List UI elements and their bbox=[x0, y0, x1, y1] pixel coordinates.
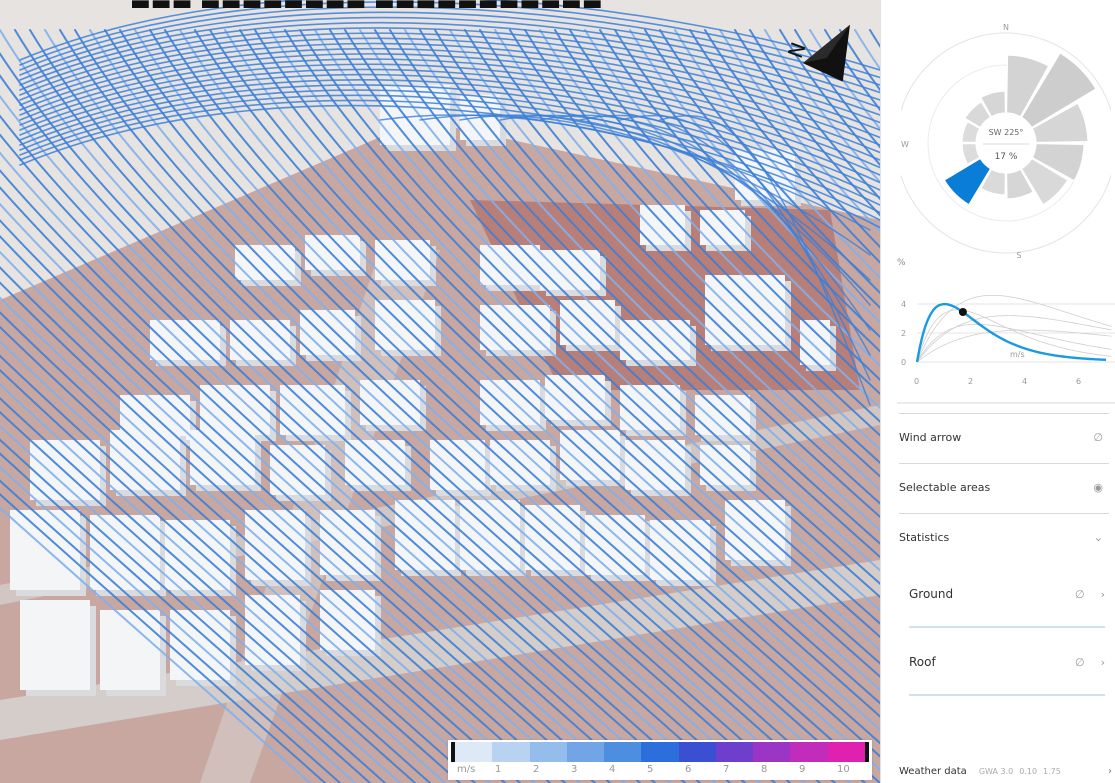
roof-label: Roof bbox=[909, 655, 936, 669]
distribution-grid bbox=[897, 303, 1115, 404]
statistics-label: Statistics bbox=[899, 530, 950, 544]
wind-speed-distribution-chart[interactable]: m/s 0 2 4 6 0 2 4 bbox=[897, 270, 1115, 405]
building bbox=[560, 300, 615, 345]
legend-unit: m/s bbox=[457, 764, 476, 775]
statistics-row[interactable]: Statistics ⌄ bbox=[899, 513, 1109, 560]
wind-rose-west-label: W bbox=[901, 140, 909, 149]
legend-segment bbox=[641, 742, 679, 762]
legend-tick-label: 1 bbox=[495, 764, 502, 775]
weather-exponent: 1.75 bbox=[1043, 767, 1061, 776]
weather-source: GWA 3.0 bbox=[978, 767, 1014, 776]
legend-segment bbox=[753, 742, 791, 762]
legend-segment bbox=[529, 742, 567, 762]
side-panel: SW 225° 17 % N W S % m/s 0 2 4 6 0 2 4 Wind ar… bbox=[880, 0, 1115, 783]
legend-segment bbox=[827, 742, 865, 762]
legend-segment bbox=[566, 742, 605, 762]
legend-segment bbox=[604, 742, 642, 762]
wind-rose-center bbox=[978, 115, 1034, 171]
wind-speed-legend: m/s 1 2 3 4 5 6 7 8 9 10 bbox=[448, 740, 872, 780]
clipped-title-text: ▬▬▬ ▬▬▬▬▬▬▬▬ ▬▬▬▬▬▬▬▬▬▬▬ bbox=[130, 0, 690, 8]
wind-rose-north-label: N bbox=[1003, 23, 1009, 32]
distribution-x-tick: 4 bbox=[1022, 377, 1027, 386]
legend-tick-label: 10 bbox=[837, 764, 850, 775]
building bbox=[620, 320, 690, 360]
wind-rose-chart[interactable]: SW 225° 17 % N W S bbox=[901, 8, 1111, 258]
legend-tick-label: 4 bbox=[609, 764, 616, 775]
distribution-y-tick: 4 bbox=[901, 300, 906, 309]
chevron-right-icon[interactable]: › bbox=[1101, 588, 1105, 601]
weather-data-label: Weather data bbox=[899, 766, 967, 777]
distribution-current-marker bbox=[958, 308, 967, 317]
distribution-tick-labels: 0 2 4 6 0 2 4 bbox=[901, 300, 1081, 386]
compass-n-letter: N bbox=[783, 39, 811, 61]
selectable-areas-row[interactable]: Selectable areas ◉ bbox=[899, 463, 1109, 510]
distribution-x-tick: 0 bbox=[914, 377, 919, 386]
legend-segment bbox=[715, 742, 754, 762]
legend-tick-label: 6 bbox=[685, 764, 692, 775]
distribution-y-tick: 0 bbox=[901, 358, 906, 367]
eye-slash-icon[interactable]: ∅ bbox=[1075, 588, 1085, 601]
wind-rose-sector bbox=[943, 157, 992, 206]
distribution-y-tick: 2 bbox=[901, 329, 906, 338]
ground-statistics-card[interactable]: Ground ∅ › bbox=[909, 562, 1105, 628]
distribution-x-tick: 2 bbox=[968, 377, 973, 386]
wind-arrow-row[interactable]: Wind arrow ∅ bbox=[899, 413, 1109, 460]
legend-bar-cap-right bbox=[864, 742, 869, 762]
legend-segment bbox=[492, 742, 530, 762]
wind-rose-percentage: 17 % bbox=[995, 152, 1018, 162]
legend-color-bar bbox=[451, 742, 869, 762]
legend-tick-label: 5 bbox=[647, 764, 654, 775]
chevron-right-icon[interactable]: › bbox=[1108, 766, 1115, 777]
selectable-areas-label: Selectable areas bbox=[899, 480, 991, 494]
3d-viewport[interactable]: ▬▬▬ ▬▬▬▬▬▬▬▬ ▬▬▬▬▬▬▬▬▬▬▬ N m/s 1 2 3 4 5 6 7 8 9… bbox=[0, 0, 880, 783]
distribution-y-unit: % bbox=[897, 258, 906, 268]
legend-tick-label: 3 bbox=[571, 764, 578, 775]
legend-tick-label: 7 bbox=[723, 764, 730, 775]
eye-icon[interactable]: ◉ bbox=[1093, 481, 1109, 494]
legend-tick-label: 8 bbox=[761, 764, 768, 775]
wind-arrow-label: Wind arrow bbox=[899, 430, 962, 444]
compass-north-arrow-icon[interactable]: N bbox=[780, 16, 870, 86]
legend-segment bbox=[790, 742, 828, 762]
chevron-down-icon[interactable]: ⌄ bbox=[1094, 531, 1109, 544]
wind-rose-south-label: S bbox=[1016, 251, 1021, 258]
eye-slash-icon[interactable]: ∅ bbox=[1093, 431, 1109, 444]
distribution-x-tick: 6 bbox=[1076, 377, 1081, 386]
legend-tick-label: 9 bbox=[799, 764, 806, 775]
weather-data-values: GWA 3.0 0.10 1.75 bbox=[979, 767, 1061, 776]
building bbox=[20, 600, 90, 690]
chevron-right-icon[interactable]: › bbox=[1101, 656, 1105, 669]
legend-labels: m/s 1 2 3 4 5 6 7 8 9 10 bbox=[451, 764, 869, 778]
legend-tick-label: 2 bbox=[533, 764, 540, 775]
distribution-x-unit: m/s bbox=[1010, 350, 1025, 359]
building bbox=[700, 445, 750, 485]
weather-data-row[interactable]: Weather data GWA 3.0 0.10 1.75 › bbox=[899, 760, 1115, 783]
city-scene[interactable] bbox=[0, 0, 880, 783]
roof-statistics-card[interactable]: Roof ∅ › bbox=[909, 630, 1105, 696]
wind-rose-direction: SW 225° bbox=[989, 128, 1024, 137]
ground-label: Ground bbox=[909, 587, 954, 601]
weather-roughness: 0.10 bbox=[1019, 767, 1038, 776]
legend-segment bbox=[678, 742, 716, 762]
eye-slash-icon[interactable]: ∅ bbox=[1075, 656, 1085, 669]
building bbox=[100, 610, 160, 690]
legend-segment bbox=[455, 742, 493, 762]
